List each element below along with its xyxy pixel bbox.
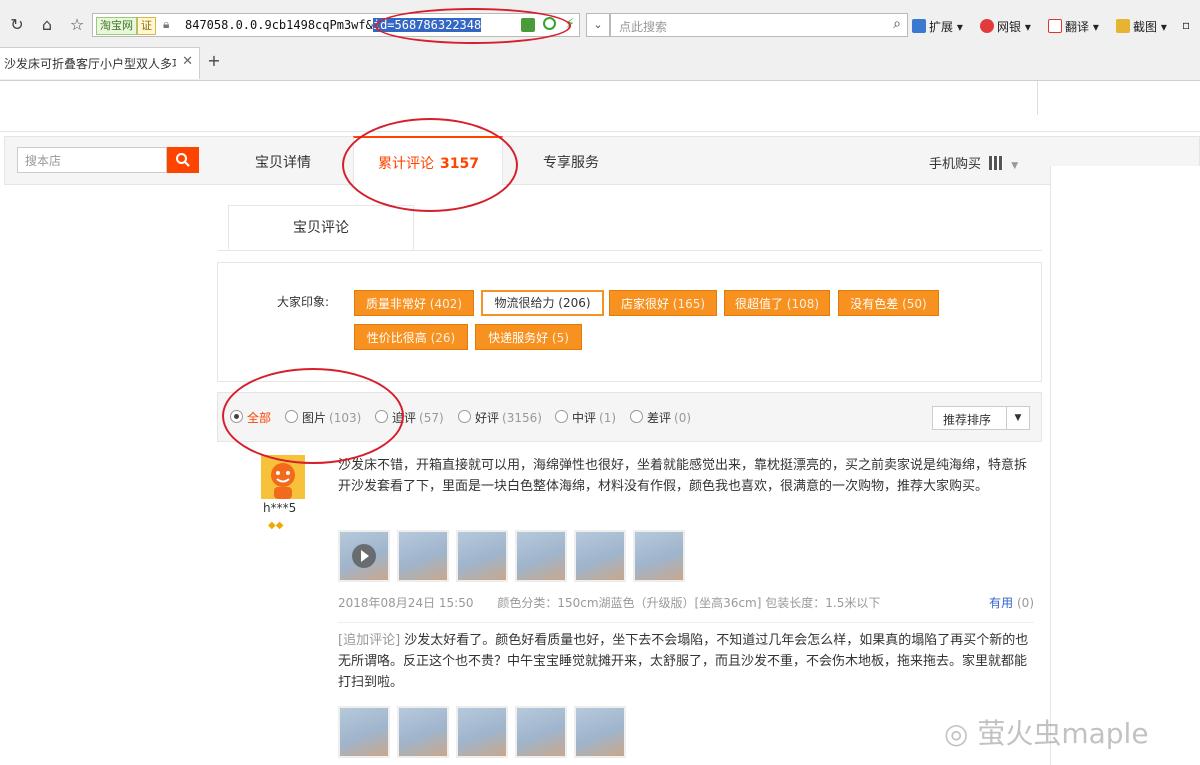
bookmark-star-icon[interactable]: ☆ bbox=[66, 14, 88, 36]
photo-thumbnail[interactable] bbox=[574, 706, 626, 758]
home-icon[interactable]: ⌂ bbox=[36, 14, 58, 36]
shop-search-button[interactable] bbox=[167, 147, 199, 173]
site-badge: 淘宝网 bbox=[96, 17, 137, 35]
photo-thumbnail[interactable] bbox=[397, 706, 449, 758]
photo-thumbnail[interactable] bbox=[456, 530, 508, 582]
review-sku: 颜色分类：150cm湖蓝色（升级版）[坐高36cm] 包装长度：1.5米以下 bbox=[497, 596, 881, 610]
annotation-ellipse-reviews-tab bbox=[342, 118, 518, 212]
tab-strip: 沙发床可折叠客厅小户型双人多功能 ✕ + bbox=[0, 47, 1200, 79]
append-review: [追加评论] 沙发太好看了。颜色好看质量也好，坐下去不会塌陷，不知道过几年会怎么… bbox=[338, 630, 1034, 693]
username[interactable]: h***5 bbox=[263, 501, 296, 515]
impressions-box: 大家印象: 质量非常好 (402) 物流很给力 (206) 店家很好 (165)… bbox=[217, 262, 1042, 382]
shop-nav-bar: 搜本店 宝贝详情 累计评论 3157 专享服务 手机购买 ▼ bbox=[4, 136, 1200, 185]
useful-button[interactable]: 有用 (0) bbox=[989, 594, 1034, 611]
mobile-buy[interactable]: 手机购买 ▼ bbox=[929, 153, 1018, 172]
address-dropdown-button[interactable]: ⌄ bbox=[586, 13, 610, 37]
impression-tag-selected[interactable]: 物流很给力 (206) bbox=[481, 290, 604, 316]
screenshot-icon bbox=[1116, 19, 1130, 33]
page-header-area bbox=[0, 81, 1200, 132]
browser-toolbar: ↻ ⌂ ☆ 淘宝网 证 🔒︎ 847058.0.0.9cb1498cqPm3wf… bbox=[0, 8, 1200, 44]
annotation-ellipse-url bbox=[375, 8, 571, 44]
photo-thumbnail[interactable] bbox=[515, 530, 567, 582]
annotation-ellipse-filter bbox=[222, 368, 404, 464]
refresh-icon[interactable]: ↻ bbox=[6, 14, 28, 36]
video-thumbnail[interactable] bbox=[338, 530, 390, 582]
user-rank-icon: ◆◆ bbox=[268, 520, 284, 531]
search-icon[interactable]: ⌕ bbox=[893, 16, 901, 32]
review-date: 2018年08月24日 15:50 bbox=[338, 596, 474, 610]
tool-bank[interactable]: 网银 ▾ bbox=[980, 18, 1031, 35]
new-tab-button[interactable]: + bbox=[205, 52, 223, 70]
divider bbox=[1037, 81, 1038, 115]
impression-tag[interactable]: 没有色差 (50) bbox=[838, 290, 939, 316]
filter-negative[interactable]: 差评 (0) bbox=[630, 409, 691, 426]
qr-code-icon bbox=[989, 156, 1004, 170]
watermark: ◎ 萤火虫maple bbox=[944, 717, 1149, 750]
menu-icon[interactable]: ▫ bbox=[1182, 18, 1190, 32]
browser-search-placeholder: 点此搜索 bbox=[619, 20, 668, 34]
shop-search-placeholder: 搜本店 bbox=[25, 154, 62, 168]
photo-thumbnail[interactable] bbox=[456, 706, 508, 758]
browser-tab[interactable]: 沙发床可折叠客厅小户型双人多功能 ✕ bbox=[0, 47, 200, 79]
append-review-thumbnails bbox=[338, 706, 638, 758]
impression-tag[interactable]: 快递服务好 (5) bbox=[475, 324, 582, 350]
photo-thumbnail[interactable] bbox=[574, 530, 626, 582]
search-icon bbox=[176, 153, 190, 167]
sort-dropdown[interactable]: 推荐排序 ▼ bbox=[932, 406, 1030, 430]
filter-positive[interactable]: 好评 (3156) bbox=[458, 409, 542, 426]
impression-tag[interactable]: 店家很好 (165) bbox=[609, 290, 717, 316]
translate-icon bbox=[1048, 19, 1062, 33]
append-review-text: 沙发太好看了。颜色好看质量也好，坐下去不会塌陷，不知道过几年会怎么样，如果真的塌… bbox=[338, 633, 1029, 690]
impression-tag[interactable]: 质量非常好 (402) bbox=[354, 290, 474, 316]
filter-neutral[interactable]: 中评 (1) bbox=[555, 409, 616, 426]
photo-thumbnail[interactable] bbox=[633, 530, 685, 582]
tool-extensions[interactable]: 扩展 ▾ bbox=[912, 18, 963, 35]
right-side-panel bbox=[1050, 166, 1200, 765]
lock-icon: 🔒︎ bbox=[163, 17, 170, 31]
divider bbox=[338, 622, 1034, 623]
bank-icon bbox=[980, 19, 994, 33]
append-review-tag: [追加评论] bbox=[338, 633, 401, 648]
browser-chrome: ↻ ⌂ ☆ 淘宝网 证 🔒︎ 847058.0.0.9cb1498cqPm3wf… bbox=[0, 0, 1200, 81]
review-text: 沙发床不错，开箱直接就可以用，海绵弹性也很好，坐着就能感觉出来，靠枕挺漂亮的，买… bbox=[338, 458, 1028, 494]
photo-thumbnail[interactable] bbox=[397, 530, 449, 582]
tool-screenshot[interactable]: 截图 ▾ bbox=[1116, 18, 1167, 35]
impression-tag[interactable]: 很超值了 (108) bbox=[724, 290, 830, 316]
cert-badge: 证 bbox=[137, 17, 156, 35]
review-meta: 2018年08月24日 15:50 颜色分类：150cm湖蓝色（升级版）[坐高3… bbox=[338, 594, 1034, 611]
radio-icon[interactable] bbox=[458, 410, 471, 423]
weibo-icon: ◎ bbox=[944, 717, 969, 750]
review-subtabs: 宝贝评论 bbox=[218, 205, 1042, 251]
browser-search-input[interactable]: 点此搜索 ⌕ bbox=[610, 13, 908, 37]
impressions-label: 大家印象: bbox=[277, 295, 330, 309]
play-icon bbox=[352, 544, 376, 568]
chevron-down-icon[interactable]: ▼ bbox=[1006, 407, 1029, 429]
subtab-item-reviews[interactable]: 宝贝评论 bbox=[228, 205, 414, 250]
close-icon[interactable]: ✕ bbox=[182, 54, 193, 69]
radio-icon[interactable] bbox=[630, 410, 643, 423]
tab-item-details[interactable]: 宝贝详情 bbox=[255, 152, 311, 172]
browser-tab-title: 沙发床可折叠客厅小户型双人多功能 bbox=[4, 57, 176, 71]
sort-label: 推荐排序 bbox=[943, 413, 992, 427]
shop-search-input[interactable]: 搜本店 bbox=[17, 147, 167, 173]
tab-service[interactable]: 专享服务 bbox=[543, 152, 599, 172]
review-thumbnails bbox=[338, 530, 698, 582]
chevron-down-icon: ▼ bbox=[1011, 161, 1019, 171]
impression-tag[interactable]: 性价比很高 (26) bbox=[354, 324, 468, 350]
mobile-buy-label: 手机购买 bbox=[929, 157, 982, 172]
photo-thumbnail[interactable] bbox=[515, 706, 567, 758]
radio-icon[interactable] bbox=[555, 410, 568, 423]
tool-translate[interactable]: 翻译 ▾ bbox=[1048, 18, 1099, 35]
extensions-icon bbox=[912, 19, 926, 33]
photo-thumbnail[interactable] bbox=[338, 706, 390, 758]
